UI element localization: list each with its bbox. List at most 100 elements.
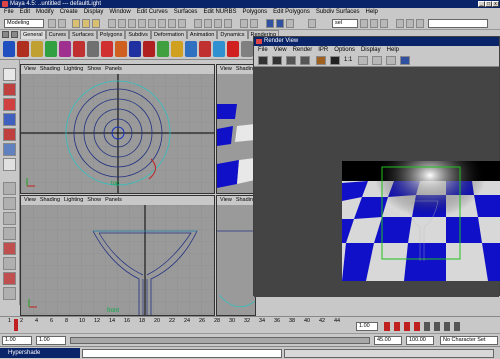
- nurbs-cone-icon[interactable]: [45, 41, 57, 57]
- rv-menu-display[interactable]: Display: [361, 46, 381, 55]
- mask-deformers-icon[interactable]: [148, 19, 156, 28]
- viewport-front[interactable]: View Shading Lighting Show Panels front: [20, 195, 215, 316]
- mask-rendering-icon[interactable]: [168, 19, 176, 28]
- tool-settings-icon[interactable]: [380, 19, 388, 28]
- vp-menu-panels[interactable]: Panels: [105, 65, 122, 74]
- input-line-field[interactable]: sel: [332, 19, 358, 28]
- loft-icon[interactable]: [115, 41, 127, 57]
- viewport-side[interactable]: View Shading side: [216, 195, 256, 316]
- construction-history-icon[interactable]: [250, 19, 258, 28]
- scale-tool-icon[interactable]: [3, 128, 16, 141]
- step-back-key-icon[interactable]: [404, 322, 410, 331]
- nurbs-cylinder-icon[interactable]: [31, 41, 43, 57]
- select-tool-icon[interactable]: [3, 68, 16, 81]
- vp-front-menu-view[interactable]: View: [24, 196, 36, 205]
- rv-menu-help[interactable]: Help: [387, 46, 399, 55]
- vp-persp-menu-view[interactable]: View: [220, 65, 232, 74]
- menu-surfaces[interactable]: Surfaces: [174, 8, 198, 17]
- layout-two-side-icon[interactable]: [3, 212, 16, 225]
- poly-cube-icon[interactable]: [185, 41, 197, 57]
- render-icon[interactable]: [266, 19, 274, 28]
- shelf-tab-deformation[interactable]: Deformation: [150, 30, 187, 39]
- time-slider[interactable]: 1 2 4 6 8 10 12 14 16 18 20 22 24 26 28 …: [0, 316, 500, 333]
- menu-window[interactable]: Window: [109, 8, 130, 17]
- snap-grid-icon[interactable]: [194, 19, 202, 28]
- menu-modify[interactable]: Modify: [36, 8, 54, 17]
- attribute-editor-icon[interactable]: [370, 19, 378, 28]
- keep-image-icon[interactable]: [358, 56, 368, 65]
- rv-menu-view[interactable]: View: [274, 46, 287, 55]
- shelf-tab-polygons[interactable]: Polygons: [96, 30, 126, 39]
- menu-subdiv-surfaces[interactable]: Subdiv Surfaces: [316, 8, 360, 17]
- nurbs-plane-icon[interactable]: [59, 41, 71, 57]
- shelf-tab-dynamics[interactable]: Dynamics: [217, 30, 248, 39]
- range-start-field[interactable]: 1.00: [36, 336, 66, 345]
- vp-front-menu-lighting[interactable]: Lighting: [64, 196, 83, 205]
- maximize-button[interactable]: □: [485, 1, 492, 7]
- select-by-hierarchy-icon[interactable]: [72, 19, 80, 28]
- play-backwards-icon[interactable]: [414, 322, 420, 331]
- nurbs-cube-icon[interactable]: [17, 41, 29, 57]
- cv-curve-icon[interactable]: [87, 41, 99, 57]
- menu-create[interactable]: Create: [60, 8, 78, 17]
- minimize-button[interactable]: _: [478, 1, 485, 7]
- vp-front-menu-shading[interactable]: Shading: [40, 196, 60, 205]
- layout-hypershade-icon[interactable]: [3, 272, 16, 285]
- vp-menu-shading[interactable]: Shading: [40, 65, 60, 74]
- shelf-tab-animation[interactable]: Animation: [186, 30, 218, 39]
- outliner-toggle-icon[interactable]: [416, 19, 424, 28]
- snap-view-plane-icon[interactable]: [224, 19, 232, 28]
- render-settings-icon[interactable]: [400, 56, 410, 65]
- layout-outliner-icon[interactable]: [3, 287, 16, 300]
- range-end-field[interactable]: 45.00: [374, 336, 402, 345]
- mask-handles-icon[interactable]: [108, 19, 116, 28]
- anim-end-field[interactable]: 100.00: [406, 336, 434, 345]
- vp-menu-show[interactable]: Show: [87, 65, 101, 74]
- shelf-tab-curves[interactable]: Curves: [45, 30, 69, 39]
- nurbs-torus-icon[interactable]: [73, 41, 85, 57]
- command-line-field[interactable]: [82, 349, 282, 358]
- lasso-tool-icon[interactable]: [3, 83, 16, 96]
- mask-joints-icon[interactable]: [118, 19, 126, 28]
- render-view-canvas[interactable]: [254, 67, 500, 297]
- step-forward-icon[interactable]: [444, 322, 450, 331]
- layout-graph-editor-icon[interactable]: [3, 257, 16, 270]
- vp-menu-lighting[interactable]: Lighting: [64, 65, 83, 74]
- move-tool-icon[interactable]: [3, 98, 16, 111]
- ipr-render-icon[interactable]: [276, 19, 284, 28]
- rv-menu-file[interactable]: File: [258, 46, 268, 55]
- go-to-start-icon[interactable]: [384, 322, 390, 331]
- select-by-object-icon[interactable]: [82, 19, 90, 28]
- snapshot-icon[interactable]: [286, 56, 296, 65]
- vp-front-menu-show[interactable]: Show: [87, 196, 101, 205]
- shelf-tab-general[interactable]: General: [20, 30, 46, 39]
- step-back-icon[interactable]: [394, 322, 400, 331]
- shelf-tab-subdivs[interactable]: Subdivs: [125, 30, 151, 39]
- menu-edit-curves[interactable]: Edit Curves: [137, 8, 168, 17]
- anim-start-field[interactable]: 1.00: [2, 336, 32, 345]
- spot-light-icon[interactable]: [227, 41, 239, 57]
- go-to-end-icon[interactable]: [454, 322, 460, 331]
- menu-edit[interactable]: Edit: [20, 8, 30, 17]
- open-scene-icon[interactable]: [48, 19, 56, 28]
- render-region-icon[interactable]: [272, 56, 282, 65]
- last-tool-icon[interactable]: [3, 158, 16, 171]
- snap-point-icon[interactable]: [214, 19, 222, 28]
- shelf-tab-surfaces[interactable]: Surfaces: [69, 30, 97, 39]
- mask-curves-icon[interactable]: [128, 19, 136, 28]
- menu-help[interactable]: Help: [366, 8, 378, 17]
- current-time-marker[interactable]: [14, 319, 18, 331]
- nurbs-sphere-icon[interactable]: [3, 41, 15, 57]
- layout-single-icon[interactable]: [3, 182, 16, 195]
- select-by-component-icon[interactable]: [92, 19, 100, 28]
- save-scene-icon[interactable]: [58, 19, 66, 28]
- rv-menu-render[interactable]: Render: [293, 46, 313, 55]
- remove-image-icon[interactable]: [372, 56, 382, 65]
- ipr-render-view-icon[interactable]: [300, 56, 310, 65]
- vp-side-menu-view[interactable]: View: [220, 196, 232, 205]
- range-slider-bar[interactable]: [70, 337, 370, 344]
- menu-display[interactable]: Display: [84, 8, 104, 17]
- point-light-icon[interactable]: [213, 41, 225, 57]
- poly-sphere-icon[interactable]: [171, 41, 183, 57]
- viewport-persp[interactable]: View Shading: [216, 64, 256, 194]
